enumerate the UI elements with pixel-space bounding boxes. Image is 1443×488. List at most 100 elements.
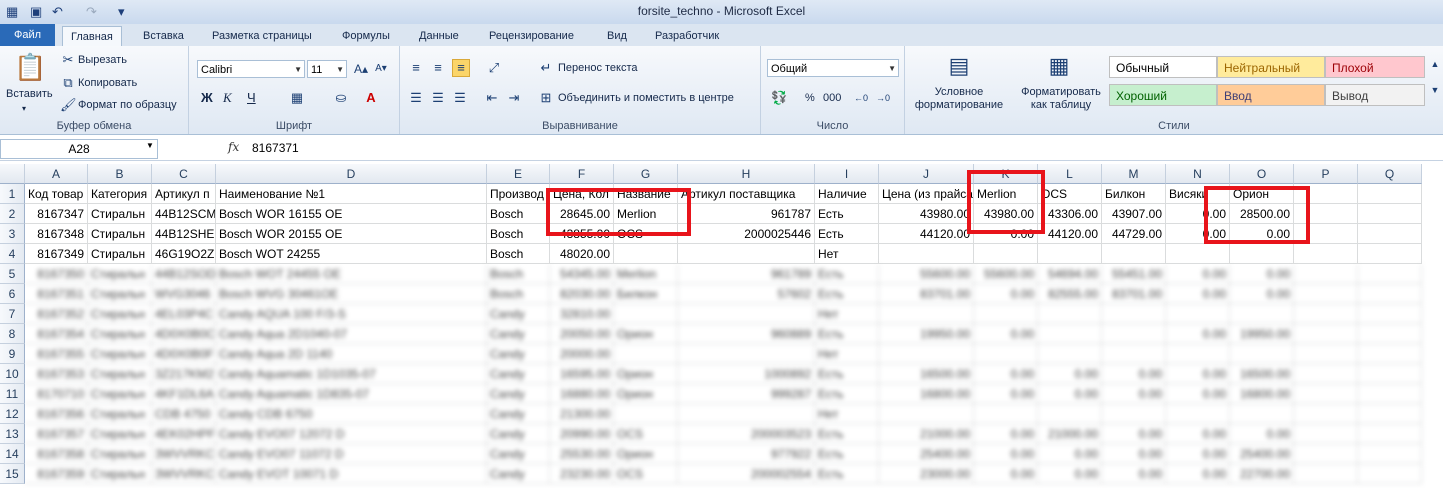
paste-dropdown-icon[interactable]: ▾	[22, 104, 26, 113]
cell-f9[interactable]: 20000.00	[550, 344, 614, 364]
column-header-q[interactable]: Q	[1358, 164, 1422, 184]
shrink-font-icon[interactable]: A▾	[373, 61, 389, 77]
cell-e3[interactable]: Bosch	[487, 224, 550, 244]
cell-k1[interactable]: Merlion	[974, 184, 1038, 204]
cell-q8[interactable]	[1358, 324, 1422, 344]
cell-n7[interactable]	[1166, 304, 1230, 324]
tab-page-layout[interactable]: Разметка страницы	[212, 26, 312, 46]
cell-q9[interactable]	[1358, 344, 1422, 364]
column-header-e[interactable]: E	[487, 164, 550, 184]
cell-k7[interactable]	[974, 304, 1038, 324]
wrap-text-icon[interactable]: ↵	[538, 60, 554, 76]
cell-m11[interactable]: 0.00	[1102, 384, 1166, 404]
row-header[interactable]: 14	[0, 444, 25, 464]
cell-n13[interactable]: 0.00	[1166, 424, 1230, 444]
cell-m7[interactable]	[1102, 304, 1166, 324]
row-header[interactable]: 1	[0, 184, 25, 204]
insert-function-icon[interactable]: fx	[228, 140, 239, 154]
cell-k13[interactable]: 0.00	[974, 424, 1038, 444]
cell-h3[interactable]: 2000025446	[678, 224, 815, 244]
cell-i9[interactable]: Нет	[815, 344, 879, 364]
cell-i12[interactable]: Нет	[815, 404, 879, 424]
cell-o7[interactable]	[1230, 304, 1294, 324]
decrease-indent-icon[interactable]: ⇤	[484, 90, 500, 106]
comma-style-button[interactable]: 000	[823, 92, 841, 104]
style-input[interactable]: Ввод	[1217, 84, 1325, 106]
percent-style-button[interactable]: %	[805, 92, 815, 104]
cell-p2[interactable]	[1294, 204, 1358, 224]
cell-l14[interactable]: 0.00	[1038, 444, 1102, 464]
cell-i14[interactable]: Есть	[815, 444, 879, 464]
cell-a7[interactable]: 8167352	[25, 304, 88, 324]
cell-a15[interactable]: 8167359	[25, 464, 88, 484]
cell-d2[interactable]: Bosch WOR 16155 OE	[216, 204, 487, 224]
cell-q2[interactable]	[1358, 204, 1422, 224]
cut-button[interactable]: Вырезать	[78, 54, 127, 66]
cell-o5[interactable]: 0.00	[1230, 264, 1294, 284]
cell-l7[interactable]	[1038, 304, 1102, 324]
cell-c5[interactable]: 44B12SOD	[152, 264, 216, 284]
cell-b13[interactable]: Стиральн	[88, 424, 152, 444]
cell-j13[interactable]: 21000.00	[879, 424, 974, 444]
cell-i1[interactable]: Наличие	[815, 184, 879, 204]
cell-b4[interactable]: Стиральн	[88, 244, 152, 264]
cell-g3[interactable]: OCS	[614, 224, 678, 244]
cell-b6[interactable]: Стиральн	[88, 284, 152, 304]
cell-c14[interactable]: 3WVVRKC	[152, 444, 216, 464]
wrap-text-button[interactable]: Перенос текста	[558, 62, 638, 74]
cell-m14[interactable]: 0.00	[1102, 444, 1166, 464]
cell-l1[interactable]: OCS	[1038, 184, 1102, 204]
cell-c8[interactable]: 4D0X0B0C	[152, 324, 216, 344]
cell-g4[interactable]	[614, 244, 678, 264]
cell-k5[interactable]: 55600.00	[974, 264, 1038, 284]
cell-l9[interactable]	[1038, 344, 1102, 364]
format-painter-icon[interactable]: 🖌	[60, 97, 77, 113]
cell-o8[interactable]: 19950.00	[1230, 324, 1294, 344]
cell-m8[interactable]	[1102, 324, 1166, 344]
align-left-icon[interactable]: ☰	[408, 90, 424, 106]
cell-p6[interactable]	[1294, 284, 1358, 304]
cell-o1[interactable]: Орион	[1230, 184, 1294, 204]
orientation-icon[interactable]: ⤢	[486, 60, 502, 76]
cell-m3[interactable]: 44729.00	[1102, 224, 1166, 244]
cell-h11[interactable]: 999287	[678, 384, 815, 404]
cell-q7[interactable]	[1358, 304, 1422, 324]
cell-e1[interactable]: Производ	[487, 184, 550, 204]
cell-o13[interactable]: 0.00	[1230, 424, 1294, 444]
cell-h7[interactable]	[678, 304, 815, 324]
cell-j11[interactable]: 16800.00	[879, 384, 974, 404]
cell-q10[interactable]	[1358, 364, 1422, 384]
cell-f5[interactable]: 54345.00	[550, 264, 614, 284]
row-header[interactable]: 4	[0, 244, 25, 264]
conditional-formatting-button[interactable]: Условное форматирование	[907, 86, 1011, 112]
cell-i6[interactable]: Есть	[815, 284, 879, 304]
cell-i15[interactable]: Есть	[815, 464, 879, 484]
cell-j3[interactable]: 44120.00	[879, 224, 974, 244]
cell-e2[interactable]: Bosch	[487, 204, 550, 224]
number-format-select[interactable]: Общий ▼	[767, 59, 899, 77]
cell-n9[interactable]	[1166, 344, 1230, 364]
cell-k4[interactable]	[974, 244, 1038, 264]
row-header[interactable]: 9	[0, 344, 25, 364]
cell-i4[interactable]: Нет	[815, 244, 879, 264]
column-header-j[interactable]: J	[879, 164, 974, 184]
cell-m4[interactable]	[1102, 244, 1166, 264]
cell-q11[interactable]	[1358, 384, 1422, 404]
style-neutral[interactable]: Нейтральный	[1217, 56, 1325, 78]
tab-formulas[interactable]: Формулы	[342, 26, 390, 46]
column-header-h[interactable]: H	[678, 164, 815, 184]
column-header-p[interactable]: P	[1294, 164, 1358, 184]
cell-i8[interactable]: Есть	[815, 324, 879, 344]
cell-f2[interactable]: 28645.00	[550, 204, 614, 224]
cell-d6[interactable]: Bosch WVG 30461OE	[216, 284, 487, 304]
cell-g11[interactable]: Орион	[614, 384, 678, 404]
cell-b1[interactable]: Категория	[88, 184, 152, 204]
cell-g15[interactable]: OCS	[614, 464, 678, 484]
cell-f4[interactable]: 48020.00	[550, 244, 614, 264]
cell-a5[interactable]: 8167350	[25, 264, 88, 284]
cell-o11[interactable]: 16800.00	[1230, 384, 1294, 404]
column-header-i[interactable]: I	[815, 164, 879, 184]
cell-g13[interactable]: OCS	[614, 424, 678, 444]
font-size-select[interactable]: 11 ▼	[307, 60, 347, 78]
cell-n3[interactable]: 0.00	[1166, 224, 1230, 244]
